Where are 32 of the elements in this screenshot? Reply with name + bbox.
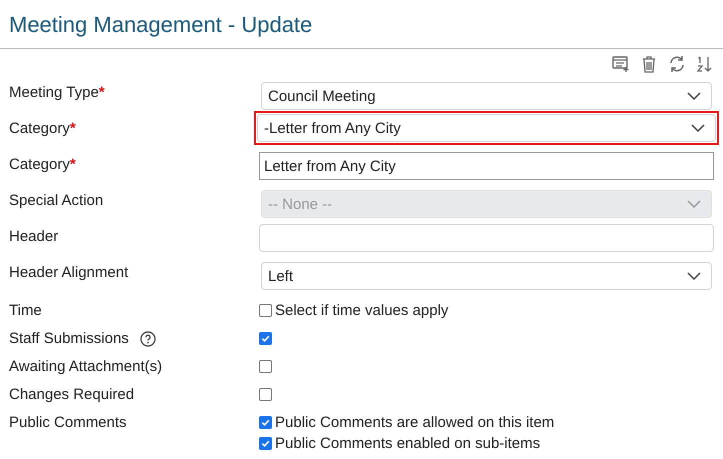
checkbox[interactable] [259, 304, 272, 317]
chevron-down-icon [687, 200, 701, 208]
field-label: Changes Required [9, 386, 134, 402]
checkbox[interactable] [259, 332, 272, 345]
checkbox-label: Public Comments are allowed on this item [275, 414, 554, 431]
field-label: Public Comments [9, 414, 127, 430]
checkbox[interactable] [259, 416, 272, 429]
checkbox-label: Public Comments enabled on sub-items [275, 435, 540, 452]
field-label: Special Action [9, 192, 104, 209]
chevron-down-icon [691, 124, 705, 132]
chevron-down-icon [687, 272, 701, 280]
field-label: Category* [9, 120, 76, 137]
dropdown[interactable]: Left [261, 262, 712, 290]
page-title: Meeting Management - Update [9, 12, 312, 38]
field-label: Category* [9, 156, 76, 173]
field-label: Time [9, 302, 42, 318]
checkbox-label: Select if time values apply [275, 302, 448, 319]
field-label: Staff Submissions [9, 330, 129, 346]
dropdown[interactable]: -Letter from Any City [257, 114, 716, 142]
field-label: Awaiting Attachment(s) [9, 358, 162, 374]
text-field[interactable] [259, 224, 714, 252]
field-label: Header [9, 228, 58, 245]
checkbox[interactable] [259, 437, 272, 450]
field-label: Header Alignment [9, 264, 128, 281]
checkbox[interactable] [259, 360, 272, 373]
checkbox[interactable] [259, 388, 272, 401]
add-list-icon[interactable] [611, 54, 631, 74]
help-icon[interactable] [140, 330, 156, 346]
dropdown[interactable]: Council Meeting [261, 82, 712, 110]
chevron-down-icon [687, 92, 701, 100]
field-label: Meeting Type* [9, 84, 105, 101]
text-field[interactable]: Letter from Any City [259, 152, 714, 180]
